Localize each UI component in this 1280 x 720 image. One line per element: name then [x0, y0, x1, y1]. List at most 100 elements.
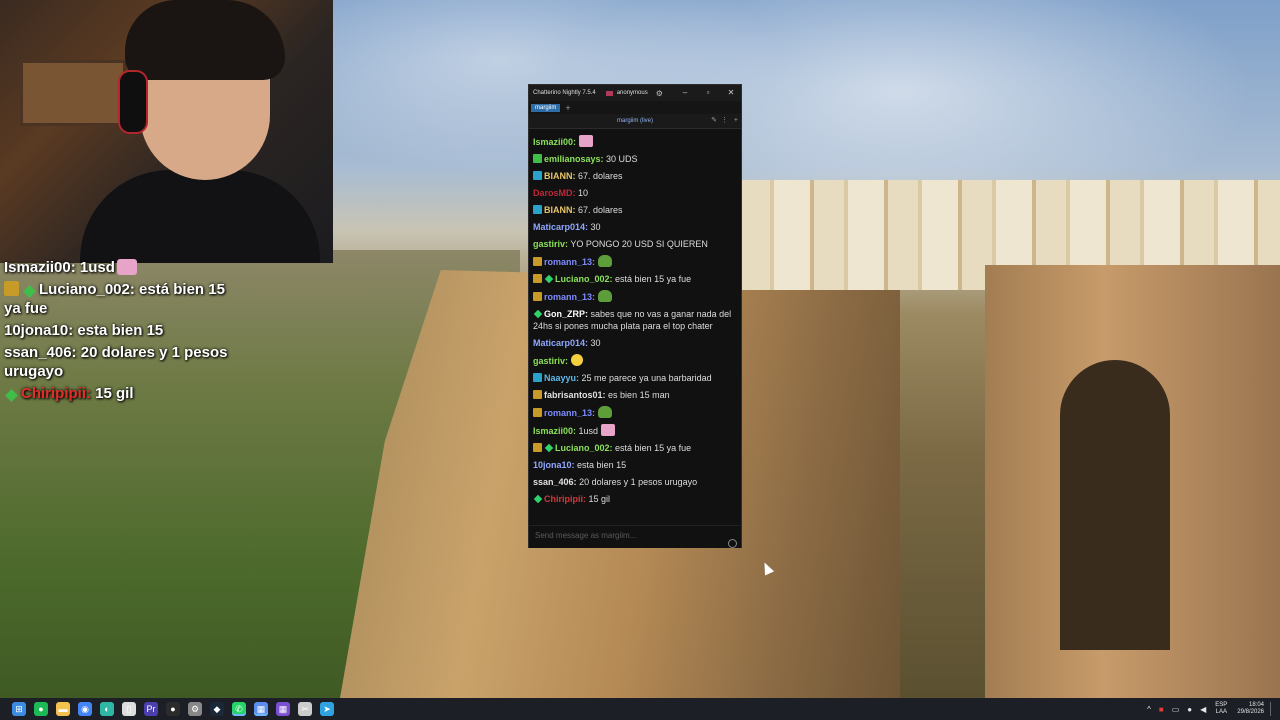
- chat-username[interactable]: DarosMD:: [533, 188, 576, 198]
- chat-username[interactable]: Chiripipii:: [544, 494, 586, 504]
- channel-name[interactable]: margiim (live): [617, 118, 653, 124]
- chat-username[interactable]: 10jona10:: [533, 460, 575, 470]
- frog-emote-icon[interactable]: [597, 405, 612, 418]
- overlay-chat-line: ssan_406: 20 dolares y 1 pesos urugayo: [4, 343, 234, 381]
- sub-badge-icon: [4, 281, 19, 296]
- chat-message[interactable]: BIANN: 67. dolares: [533, 167, 737, 184]
- obs-icon[interactable]: ●: [166, 702, 180, 716]
- chat-username[interactable]: gastiriv:: [533, 239, 568, 249]
- microphone-icon[interactable]: ●: [1187, 705, 1192, 714]
- whatsapp-icon[interactable]: ✆: [232, 702, 246, 716]
- chat-username[interactable]: Naayyu:: [544, 373, 579, 383]
- chat-message[interactable]: Chiripipii: 15 gil: [533, 490, 737, 507]
- chat-username[interactable]: Luciano_002:: [555, 274, 613, 284]
- chat-username[interactable]: romann_13:: [544, 292, 595, 302]
- explorer-icon[interactable]: ▬: [56, 702, 70, 716]
- lang-layout: LAA: [1215, 709, 1227, 715]
- diamond-badge-icon: [23, 285, 36, 298]
- frog-emote-icon[interactable]: [597, 289, 612, 302]
- chat-message[interactable]: gastiriv:: [533, 351, 737, 369]
- chat-message-text: 25 me parece ya una barbaridad: [581, 372, 712, 383]
- chat-message[interactable]: BIANN: 67. dolares: [533, 201, 737, 218]
- frog-emote-icon[interactable]: [597, 254, 612, 267]
- more-options-icon[interactable]: ⋮: [721, 114, 728, 128]
- maximize-button[interactable]: ▫: [702, 86, 714, 100]
- chat-message[interactable]: romann_13:: [533, 287, 737, 305]
- chat-message[interactable]: romann_13:: [533, 252, 737, 270]
- chat-username[interactable]: emilianosays:: [544, 154, 604, 164]
- minimize-button[interactable]: –: [679, 86, 691, 100]
- chat-username[interactable]: ssan_406:: [533, 477, 577, 487]
- file-icon[interactable]: ▯: [122, 702, 136, 716]
- sub-badge-icon: [533, 407, 542, 417]
- overlay-message-text: 1usd: [79, 259, 115, 276]
- chat-username[interactable]: BIANN:: [544, 171, 576, 181]
- language-indicator[interactable]: ESP LAA: [1215, 702, 1227, 716]
- chat-message[interactable]: romann_13:: [533, 403, 737, 421]
- chat-message[interactable]: ssan_406: 20 dolares y 1 pesos urugayo: [533, 473, 737, 490]
- chat-message[interactable]: emilianosays: 30 UDS: [533, 150, 737, 167]
- user-icon: [605, 90, 613, 96]
- chat-username[interactable]: Ismazii00:: [533, 426, 576, 436]
- close-button[interactable]: ✕: [725, 86, 737, 100]
- chat-message[interactable]: fabrisantos01: es bien 15 man: [533, 386, 737, 403]
- chat-message[interactable]: 10jona10: esta bien 15: [533, 456, 737, 473]
- chat-message[interactable]: Ismazii00:: [533, 132, 737, 150]
- chat-message[interactable]: Naayyu: 25 me parece ya una barbaridad: [533, 369, 737, 386]
- tab-margiim[interactable]: margiim: [531, 103, 561, 112]
- windows-icon[interactable]: ⊞: [12, 702, 26, 716]
- chat-username[interactable]: Maticarp014:: [533, 222, 588, 232]
- chat-username[interactable]: Maticarp014:: [533, 338, 588, 348]
- overlay-username: ssan_406:: [4, 344, 77, 361]
- emote-picker-icon[interactable]: [728, 539, 737, 548]
- chat-username[interactable]: fabrisantos01:: [544, 390, 606, 400]
- pencil-icon[interactable]: ✎: [711, 114, 717, 128]
- chat-username[interactable]: Ismazii00:: [533, 137, 576, 147]
- telegram-icon[interactable]: ➤: [320, 702, 334, 716]
- chat-message[interactable]: Luciano_002: está bien 15 ya fue: [533, 439, 737, 456]
- window-titlebar[interactable]: Chatterino Nightly 7.5.4 anonymous ⚙ – ▫…: [529, 85, 741, 101]
- chatterino-icon[interactable]: ▦: [254, 702, 268, 716]
- app-tray-icon[interactable]: ■: [1159, 705, 1164, 714]
- clock[interactable]: 18:04 29/8/2026: [1237, 702, 1264, 716]
- vip-badge-icon: [533, 170, 542, 180]
- chat-message[interactable]: gastiriv: YO PONGO 20 USD SI QUIEREN: [533, 235, 737, 252]
- chat-username[interactable]: romann_13:: [544, 408, 595, 418]
- chatterino-window[interactable]: Chatterino Nightly 7.5.4 anonymous ⚙ – ▫…: [528, 84, 742, 548]
- chatterino-nightly-icon[interactable]: ▦: [276, 702, 290, 716]
- pink-emote-icon[interactable]: [578, 134, 593, 147]
- chat-message-text: esta bien 15: [577, 459, 627, 470]
- chat-username[interactable]: BIANN:: [544, 205, 576, 215]
- pink-emote-icon[interactable]: [600, 423, 615, 436]
- add-split-icon[interactable]: +: [734, 114, 738, 128]
- message-list[interactable]: Ismazii00: emilianosays: 30 UDS BIANN: 67…: [529, 130, 741, 525]
- taskbar-icons: ⊞ ● ▬ ◉ ◐ ▯ Pr ● ⚙ ◆ ✆ ▦ ▦ ✂ ➤: [8, 702, 338, 716]
- chat-message[interactable]: Maticarp014: 30: [533, 334, 737, 351]
- capcut-icon[interactable]: ✂: [298, 702, 312, 716]
- spotify-icon[interactable]: ●: [34, 702, 48, 716]
- settings-icon[interactable]: ⚙: [188, 702, 202, 716]
- chat-username[interactable]: gastiriv:: [533, 356, 568, 366]
- chat-username[interactable]: Gon_ZRP:: [544, 309, 588, 319]
- message-input[interactable]: [533, 530, 727, 541]
- add-tab-button[interactable]: +: [565, 103, 570, 113]
- chevron-up-icon[interactable]: ^: [1147, 705, 1151, 714]
- message-input-area: [529, 525, 741, 548]
- chat-message[interactable]: Maticarp014: 30: [533, 218, 737, 235]
- volume-icon[interactable]: ◀: [1200, 705, 1206, 714]
- steam-icon[interactable]: ◆: [210, 702, 224, 716]
- chat-username[interactable]: Luciano_002:: [555, 443, 613, 453]
- chat-username[interactable]: romann_13:: [544, 257, 595, 267]
- chat-message[interactable]: Gon_ZRP: sabes que no vas a ganar nada d…: [533, 305, 737, 334]
- overlay-username: Ismazii00:: [4, 259, 76, 276]
- chat-message[interactable]: Ismazii00: 1usd: [533, 421, 737, 439]
- edge-icon[interactable]: ◐: [100, 702, 114, 716]
- face-emote-icon[interactable]: [570, 353, 583, 366]
- settings-gear-icon[interactable]: ⚙: [656, 89, 663, 98]
- premiere-icon[interactable]: Pr: [144, 702, 158, 716]
- network-icon[interactable]: ▭: [1172, 705, 1180, 714]
- chrome-icon[interactable]: ◉: [78, 702, 92, 716]
- chat-message[interactable]: Luciano_002: está bien 15 ya fue: [533, 270, 737, 287]
- chat-message[interactable]: DarosMD: 10: [533, 184, 737, 201]
- show-desktop-button[interactable]: [1270, 702, 1274, 716]
